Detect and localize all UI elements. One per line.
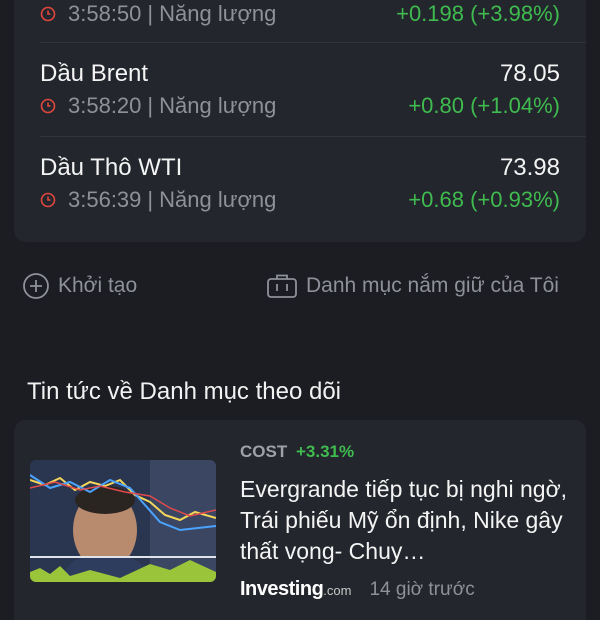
- instrument-price: 73.98: [499, 154, 560, 181]
- ticker-symbol: COST: [240, 442, 288, 461]
- watchlist-actions: Khởi tạo Danh mục nắm giữ của Tôi: [0, 272, 600, 312]
- clock-icon: [40, 192, 56, 208]
- news-source: Investing .com 14 giờ trước: [240, 578, 475, 601]
- instrument-change: +0.80 (+1.04%): [408, 93, 560, 118]
- instrument-category: Năng lượng: [159, 1, 277, 26]
- instrument-category: Năng lượng: [159, 93, 277, 118]
- watchlist-row[interactable]: Dầu Brent 78.05 3:58:20 | Năng lượng +0.…: [14, 48, 586, 142]
- meta-separator: |: [147, 93, 154, 118]
- instrument-meta: 3:58:20 | Năng lượng: [40, 93, 276, 119]
- update-time: 3:58:50: [68, 1, 142, 26]
- plus-circle-icon: [23, 273, 49, 299]
- watchlist-card: 3:58:50 | Năng lượng +0.198 (+3.98%) Dầu…: [14, 0, 586, 242]
- instrument-category: Năng lượng: [159, 187, 277, 212]
- clock-icon: [40, 98, 56, 114]
- holdings-label: Danh mục nắm giữ của Tôi: [306, 274, 559, 297]
- create-button[interactable]: Khởi tạo: [22, 272, 137, 300]
- news-section-title: Tin tức về Danh mục theo dõi: [27, 378, 341, 405]
- instrument-meta: 3:56:39 | Năng lượng: [40, 187, 276, 213]
- news-time: 14 giờ trước: [369, 579, 475, 600]
- create-label: Khởi tạo: [58, 274, 138, 297]
- row-divider: [40, 136, 586, 137]
- meta-separator: |: [147, 187, 154, 212]
- instrument-price: 78.05: [499, 60, 560, 87]
- instrument-name: Dầu Thô WTI: [40, 154, 183, 181]
- update-time: 3:58:20: [68, 93, 142, 118]
- row-divider: [40, 42, 586, 43]
- news-headline[interactable]: Evergrande tiếp tục bị nghi ngờ, Trái ph…: [240, 474, 586, 567]
- instrument-meta: 3:58:50 | Năng lượng: [40, 1, 276, 27]
- news-thumbnail: [30, 460, 216, 582]
- my-holdings-button[interactable]: Danh mục nắm giữ của Tôi: [266, 272, 559, 300]
- meta-separator: |: [147, 1, 154, 26]
- ticker-change: +3.31%: [295, 442, 355, 461]
- source-brand: Investing: [240, 578, 324, 600]
- instrument-change: +0.68 (+0.93%): [408, 187, 560, 212]
- source-suffix: .com: [323, 583, 352, 598]
- watchlist-row[interactable]: Dầu Thô WTI 73.98 3:56:39 | Năng lượng +…: [14, 142, 586, 236]
- briefcase-icon: [267, 274, 297, 298]
- instrument-name: Dầu Brent: [40, 60, 149, 87]
- clock-icon: [40, 6, 56, 22]
- news-item[interactable]: COST +3.31% Evergrande tiếp tục bị nghi …: [14, 420, 586, 620]
- news-ticker[interactable]: COST +3.31%: [240, 442, 354, 462]
- update-time: 3:56:39: [68, 187, 142, 212]
- instrument-change: +0.198 (+3.98%): [396, 1, 560, 26]
